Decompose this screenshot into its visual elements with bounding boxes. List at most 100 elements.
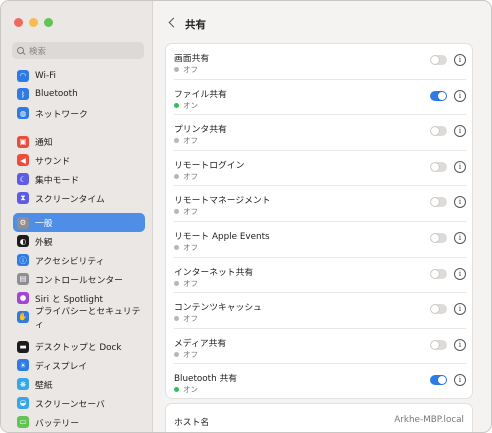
sidebar-item[interactable]: ◐ 外観	[13, 232, 145, 251]
accessibility-icon: ⓘ	[17, 254, 29, 267]
info-icon[interactable]: i	[454, 196, 466, 209]
close-button[interactable]	[14, 18, 23, 27]
service-status-text: オフ	[183, 314, 198, 324]
service-toggle[interactable]	[430, 55, 447, 65]
service-toggle[interactable]	[430, 375, 447, 386]
toggle-knob	[431, 198, 439, 207]
sharing-services-card: 画面共有 オフ i ファイル共有 オン i プリンタ共有 オフ i リモートログイン オフ i リモート…	[165, 43, 473, 399]
service-status: オフ	[174, 171, 198, 182]
search-icon	[17, 46, 25, 55]
sidebar-item[interactable]: ◍ ネットワーク	[13, 104, 145, 123]
hostname-value[interactable]: Arkhe-MBP.local	[394, 415, 464, 425]
sidebar-item[interactable]: ▤ コントロールセンター	[13, 270, 145, 289]
status-dot-icon	[174, 102, 179, 108]
search-placeholder: 検索	[29, 46, 47, 57]
sidebar-item[interactable]: ᛒ Bluetooth	[13, 85, 145, 104]
sidebar-item-label: ディスプレイ	[35, 361, 88, 372]
service-toggle[interactable]	[430, 339, 447, 350]
hostname-card: ホスト名 Arkhe-MBP.local	[165, 403, 473, 432]
info-icon[interactable]: i	[454, 303, 466, 316]
info-icon[interactable]: i	[454, 374, 466, 387]
service-status-text: オフ	[183, 243, 198, 252]
sidebar-item[interactable]: ▬ デスクトップと Dock	[13, 337, 145, 356]
sidebar-item[interactable]: ☀ ディスプレイ	[13, 356, 145, 375]
service-toggle[interactable]	[430, 90, 447, 101]
sidebar-item[interactable]: ◀ サウンド	[13, 151, 145, 170]
status-dot-icon	[174, 351, 179, 357]
service-toggle[interactable]	[430, 161, 447, 172]
sidebar-item-label: 集中モード	[35, 175, 79, 186]
search-field[interactable]: 検索	[12, 42, 144, 59]
sidebar-item[interactable]: ▭ バッテリー	[13, 413, 145, 432]
status-dot-icon	[174, 209, 179, 215]
siri-icon: ●	[17, 292, 29, 305]
back-chevron-icon[interactable]	[167, 16, 177, 30]
minimize-button[interactable]	[29, 18, 38, 27]
wifi-icon: ◠	[17, 69, 29, 82]
notifications-icon: ▣	[17, 135, 29, 148]
sidebar-item-label: 通知	[35, 138, 53, 148]
service-toggle[interactable]	[430, 304, 447, 315]
service-status: オフ	[174, 278, 198, 289]
service-name: コンテンツキャッシュ	[174, 303, 262, 314]
service-name: リモートマネージメント	[174, 196, 271, 207]
sidebar-item[interactable]: ☾ 集中モード	[13, 170, 145, 189]
info-icon[interactable]: i	[454, 160, 466, 173]
desktop-dock-icon: ▬	[17, 340, 29, 353]
network-globe-icon: ◍	[17, 107, 29, 120]
info-icon[interactable]: i	[454, 54, 466, 66]
status-dot-icon	[174, 138, 179, 144]
status-dot-icon	[174, 316, 179, 322]
sidebar-item[interactable]: ✋ プライバシーとセキュリティ	[13, 307, 145, 330]
hostname-label: ホスト名	[174, 418, 210, 428]
service-status-text: オン	[183, 385, 198, 395]
service-toggle[interactable]	[430, 197, 447, 208]
sidebar-item[interactable]: ⧗ スクリーンタイム	[13, 189, 145, 208]
service-status: オフ	[174, 206, 198, 217]
sidebar-item[interactable]: ❋ 壁紙	[13, 375, 145, 394]
sidebar-item-label: バッテリー	[35, 418, 79, 429]
sidebar-item[interactable]: ⚙ 一般	[13, 213, 145, 232]
sidebar-item[interactable]: ◠ Wi-Fi	[13, 66, 145, 85]
sidebar-item[interactable]: ⓘ アクセシビリティ	[13, 251, 145, 270]
service-toggle[interactable]	[430, 126, 447, 137]
service-name: メディア共有	[174, 338, 227, 349]
sidebar-item[interactable]: ◒ スクリーンセーバ	[13, 394, 145, 413]
sidebar-item-label: Bluetooth	[35, 89, 78, 100]
sound-icon: ◀	[17, 154, 29, 167]
toggle-knob	[431, 340, 439, 349]
toggle-knob	[431, 269, 439, 278]
info-icon[interactable]: i	[454, 125, 466, 138]
privacy-hand-icon: ✋	[17, 311, 29, 323]
info-icon[interactable]: i	[454, 267, 466, 280]
screen-time-icon: ⧗	[17, 192, 29, 205]
service-name: インターネット共有	[174, 267, 254, 278]
window-controls	[14, 18, 53, 27]
sharing-service-row: リモートログイン オフ i	[166, 151, 472, 187]
sidebar-item-label: サウンド	[35, 156, 71, 167]
battery-icon: ▭	[17, 416, 29, 429]
service-toggle[interactable]	[430, 233, 447, 243]
settings-window: 検索 ◠ Wi-Fi ᛒ Bluetooth ◍ ネットワーク ▣ 通知 ◀ サウンド ☾ 集中モード…	[0, 0, 492, 433]
service-toggle[interactable]	[430, 268, 447, 279]
sharing-service-row: リモートマネージメント オフ i	[166, 186, 472, 222]
status-dot-icon	[174, 67, 179, 72]
bluetooth-icon: ᛒ	[17, 88, 29, 101]
sidebar-item-label: ネットワーク	[35, 109, 88, 120]
toggle-knob	[431, 162, 439, 171]
sharing-service-row: プリンタ共有 オフ i	[166, 115, 472, 151]
service-name: ファイル共有	[174, 89, 227, 100]
sidebar: 検索 ◠ Wi-Fi ᛒ Bluetooth ◍ ネットワーク ▣ 通知 ◀ サウンド ☾ 集中モード…	[1, 1, 153, 432]
sidebar-item-label: Wi-Fi	[35, 70, 56, 81]
zoom-button[interactable]	[44, 18, 53, 27]
info-icon[interactable]: i	[454, 338, 466, 351]
service-status-text: オフ	[183, 278, 198, 288]
sidebar-item-label: スクリーンセーバ	[35, 399, 105, 410]
info-icon[interactable]: i	[454, 232, 466, 244]
service-status-text: オン	[183, 100, 198, 110]
sidebar-item-label: コントロールセンター	[35, 275, 123, 286]
sidebar-item[interactable]: ▣ 通知	[13, 132, 145, 151]
sidebar-item-label: 外観	[35, 237, 53, 248]
service-status: オフ	[174, 242, 198, 253]
info-icon[interactable]: i	[454, 89, 466, 102]
